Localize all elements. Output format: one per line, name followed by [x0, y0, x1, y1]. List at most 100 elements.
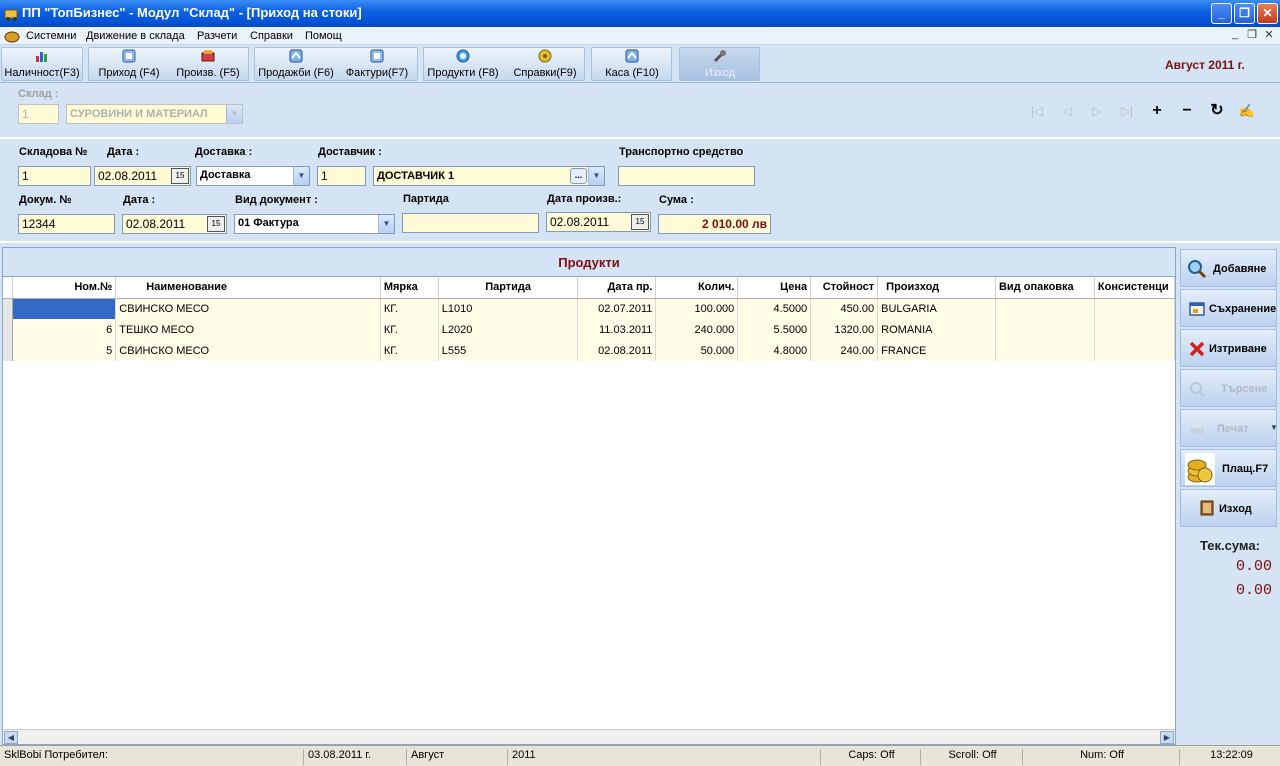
column-header[interactable]: Колич.	[655, 277, 739, 299]
chevron-down-icon[interactable]: ▼	[588, 167, 604, 185]
cell-unit[interactable]: КГ.	[380, 298, 439, 319]
add-button[interactable]: Добавяне	[1180, 249, 1277, 287]
column-header[interactable]: Произход	[877, 277, 996, 299]
calendar-icon[interactable]: 15	[171, 168, 189, 184]
transport-field[interactable]	[618, 166, 755, 186]
horizontal-scrollbar[interactable]: ◀ ▶	[3, 729, 1175, 744]
save-button[interactable]: Съхранение	[1180, 289, 1277, 327]
chevron-down-icon[interactable]: ▼	[1270, 423, 1278, 432]
prod-date-field[interactable]: 02.08.2011 15	[546, 212, 651, 232]
nav-next-button[interactable]: ▷	[1088, 103, 1106, 119]
browse-supplier-button[interactable]: ...	[570, 168, 587, 184]
column-header[interactable]: Цена	[737, 277, 812, 299]
table-row[interactable]: 6 ТЕШКО МЕСО КГ. L2020 11.03.2011 240.00…	[3, 319, 1176, 340]
column-header[interactable]: Вид опаковка	[995, 277, 1095, 299]
menu-reports[interactable]: Справки	[250, 30, 293, 42]
doc-type-select[interactable]: 01 Фактура ▼	[234, 214, 395, 234]
mdi-minimize-button[interactable]: _	[1227, 28, 1243, 42]
cell-price[interactable]: 5.5000	[737, 319, 812, 340]
production-button[interactable]: Произв. (F5)	[172, 48, 244, 79]
maximize-button[interactable]: ❐	[1234, 3, 1255, 24]
store-name-select[interactable]: СУРОВИНИ И МАТЕРИАЛ ▼	[66, 104, 243, 124]
cell-number[interactable]: 5	[12, 340, 117, 361]
refresh-icon[interactable]: ↻	[1208, 103, 1226, 119]
reports-button[interactable]: Справки(F9)	[511, 48, 579, 79]
cell-price[interactable]: 4.8000	[737, 340, 812, 361]
store-number-field[interactable]: 1	[18, 104, 59, 124]
cell-consistency[interactable]	[1094, 340, 1176, 361]
cell-number[interactable]: 5	[12, 298, 117, 319]
row-indicator[interactable]	[3, 319, 14, 340]
cell-quantity[interactable]: 240.000	[655, 319, 739, 340]
cell-name[interactable]: ТЕШКО МЕСО	[115, 319, 381, 340]
cell-name[interactable]: СВИНСКО МЕСО	[115, 340, 381, 361]
sales-button[interactable]: Продажби (F6)	[256, 48, 336, 79]
table-row[interactable]: 5 СВИНСКО МЕСО КГ. L1010 02.07.2011 100.…	[3, 298, 1176, 319]
exit-toolbar-button[interactable]: Изход	[689, 48, 751, 79]
batch-field[interactable]	[402, 213, 539, 233]
delete-button[interactable]: Изтриване	[1180, 329, 1277, 367]
cell-name[interactable]: СВИНСКО МЕСО	[115, 298, 381, 319]
column-header[interactable]: Мярка	[380, 277, 439, 299]
column-header[interactable]: Наименование	[115, 277, 381, 299]
cell-unit[interactable]: КГ.	[380, 340, 439, 361]
mdi-restore-button[interactable]: ❐	[1244, 28, 1260, 42]
doc-no-field[interactable]: 12344	[18, 214, 115, 234]
doc-date-field[interactable]: 02.08.2011 15	[122, 214, 227, 234]
cell-origin[interactable]: BULGARIA	[877, 298, 996, 319]
cell-origin[interactable]: FRANCE	[877, 340, 996, 361]
supplier-code-field[interactable]: 1	[317, 166, 366, 186]
edit-icon[interactable]: ✍	[1238, 103, 1256, 119]
cash-button[interactable]: Каса (F10)	[601, 48, 663, 79]
cell-prod-date[interactable]: 11.03.2011	[577, 319, 657, 340]
app-menu-icon[interactable]	[4, 29, 20, 43]
search-button[interactable]: Търсене	[1180, 369, 1277, 407]
scroll-left-icon[interactable]: ◀	[4, 731, 18, 744]
payment-button[interactable]: Плащ.F7	[1180, 449, 1277, 487]
cell-quantity[interactable]: 100.000	[655, 298, 739, 319]
cell-batch[interactable]: L1010	[438, 298, 579, 319]
minimize-button[interactable]: _	[1211, 3, 1232, 24]
cell-batch[interactable]: L2020	[438, 319, 579, 340]
invoices-button[interactable]: Фактури(F7)	[342, 48, 412, 79]
cell-prod-date[interactable]: 02.08.2011	[577, 340, 657, 361]
cell-packaging[interactable]	[995, 319, 1095, 340]
stock-button[interactable]: Наличност(F3)	[4, 48, 80, 79]
cell-packaging[interactable]	[995, 340, 1095, 361]
nav-delete-button[interactable]: −	[1178, 103, 1196, 119]
calendar-icon[interactable]: 15	[207, 216, 225, 232]
cell-consistency[interactable]	[1094, 298, 1176, 319]
row-indicator[interactable]	[3, 340, 14, 361]
table-row[interactable]: 5 СВИНСКО МЕСО КГ. L555 02.08.2011 50.00…	[3, 340, 1176, 361]
row-indicator[interactable]	[3, 298, 14, 319]
cell-batch[interactable]: L555	[438, 340, 579, 361]
calendar-icon[interactable]: 15	[631, 214, 649, 230]
column-header[interactable]: Ном.№	[12, 277, 117, 299]
cell-value[interactable]: 1320.00	[810, 319, 879, 340]
cell-quantity[interactable]: 50.000	[655, 340, 739, 361]
menu-accounts[interactable]: Разчети	[197, 30, 237, 42]
menu-help[interactable]: Помощ	[305, 30, 342, 42]
supplier-name-field[interactable]: ДОСТАВЧИК 1 ... ▼	[373, 166, 605, 186]
cell-prod-date[interactable]: 02.07.2011	[577, 298, 657, 319]
close-button[interactable]: ✕	[1257, 3, 1278, 24]
menu-warehouse-movement[interactable]: Движение в склада	[86, 30, 185, 42]
column-header[interactable]: Консистенци	[1094, 277, 1176, 299]
products-button[interactable]: Продукти (F8)	[425, 48, 501, 79]
column-header[interactable]: Партида	[438, 277, 579, 299]
nav-add-button[interactable]: +	[1148, 103, 1166, 119]
cell-value[interactable]: 450.00	[810, 298, 879, 319]
scroll-right-icon[interactable]: ▶	[1160, 731, 1174, 744]
nav-first-button[interactable]: |◁	[1028, 103, 1046, 119]
cell-consistency[interactable]	[1094, 319, 1176, 340]
mdi-close-button[interactable]: ✕	[1261, 28, 1277, 42]
print-button[interactable]: Печат ▼	[1180, 409, 1278, 447]
menu-system[interactable]: Системни	[26, 30, 76, 42]
cell-packaging[interactable]	[995, 298, 1095, 319]
delivery-select[interactable]: Доставка ▼	[196, 166, 310, 186]
nav-prev-button[interactable]: ◁	[1058, 103, 1076, 119]
receipt-button[interactable]: Приход (F4)	[94, 48, 164, 79]
nav-last-button[interactable]: ▷|	[1118, 103, 1136, 119]
warehouse-no-field[interactable]: 1	[18, 166, 91, 186]
exit-button[interactable]: Изход	[1180, 489, 1277, 527]
